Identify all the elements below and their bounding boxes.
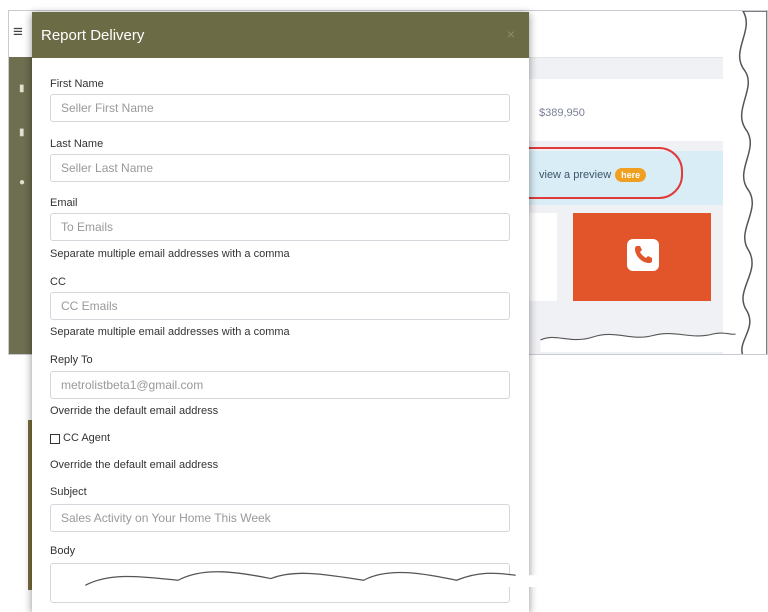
first-name-field[interactable]: Seller First Name bbox=[50, 94, 510, 122]
cc-agent-label: CC Agent bbox=[63, 432, 111, 444]
action-card bbox=[529, 213, 557, 301]
cc-help-text: Separate multiple email addresses with a… bbox=[50, 326, 290, 338]
subject-field[interactable]: Sales Activity on Your Home This Week bbox=[50, 504, 510, 532]
first-name-label: First Name bbox=[50, 78, 104, 90]
subject-label: Subject bbox=[50, 486, 87, 498]
price-value: $389,950 bbox=[539, 107, 585, 119]
call-button[interactable] bbox=[573, 213, 711, 301]
cc-agent-help-text: Override the default email address bbox=[50, 459, 219, 471]
close-icon[interactable]: × bbox=[507, 26, 515, 42]
torn-edge-right bbox=[723, 11, 767, 354]
palette-icon[interactable]: ● bbox=[19, 177, 29, 188]
torn-edge-modal-bottom bbox=[60, 570, 708, 587]
chart-icon[interactable]: ▮ bbox=[19, 83, 29, 94]
cc-label: CC bbox=[50, 276, 66, 288]
phone-icon bbox=[627, 239, 659, 271]
cc-agent-checkbox[interactable] bbox=[50, 434, 60, 444]
modal-title: Report Delivery bbox=[41, 27, 145, 44]
torn-edge-bottom bbox=[540, 332, 736, 352]
cc-field[interactable]: CC Emails bbox=[50, 292, 510, 320]
last-name-label: Last Name bbox=[50, 138, 104, 150]
reply-to-label: Reply To bbox=[50, 354, 93, 366]
reply-to-help-text: Override the default email address bbox=[50, 405, 219, 417]
last-name-field[interactable]: Seller Last Name bbox=[50, 154, 510, 182]
report-delivery-modal: Report Delivery × First Name Seller Firs… bbox=[32, 12, 529, 612]
email-help-text: Separate multiple email addresses with a… bbox=[50, 248, 290, 260]
modal-header: Report Delivery × bbox=[32, 12, 529, 58]
email-label: Email bbox=[50, 197, 78, 209]
hamburger-menu-icon[interactable]: ≡ bbox=[13, 23, 23, 40]
email-field[interactable]: To Emails bbox=[50, 213, 510, 241]
document-icon[interactable]: ▮ bbox=[19, 127, 29, 138]
body-label: Body bbox=[50, 545, 76, 557]
reply-to-field[interactable]: metrolistbeta1@gmail.com bbox=[50, 371, 510, 399]
